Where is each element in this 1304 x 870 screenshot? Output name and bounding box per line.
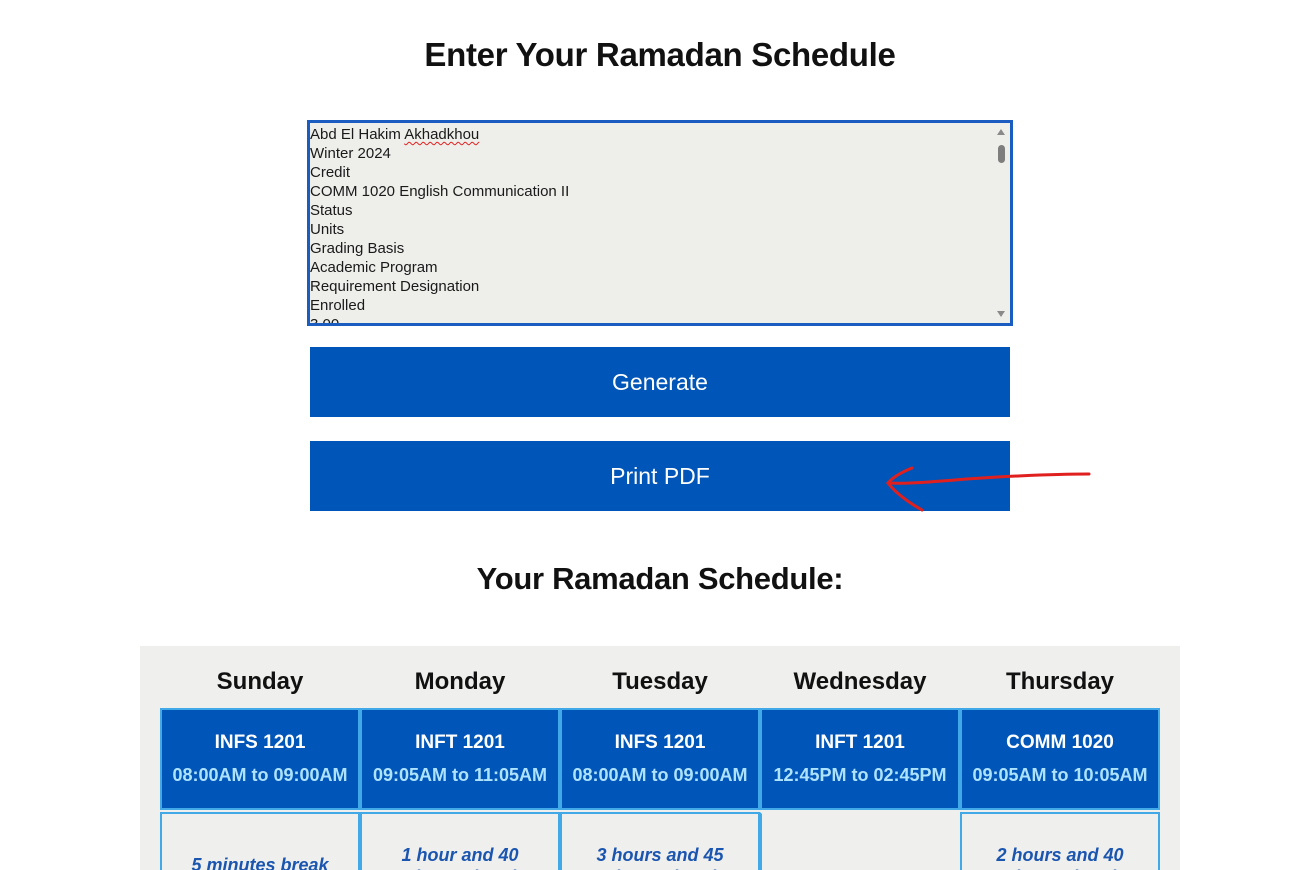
class-time: 09:05AM to 11:05AM — [372, 765, 548, 785]
textarea-line: COMM 1020 English Communication II — [310, 183, 570, 200]
class-cell-thursday: COMM 1020 09:05AM to 10:05AM — [960, 708, 1160, 810]
break-cell-sunday: 5 minutes break — [160, 812, 360, 870]
scroll-up-icon[interactable] — [997, 129, 1005, 135]
textarea-line: Winter 2024 — [310, 145, 391, 162]
print-pdf-button[interactable]: Print PDF — [310, 441, 1010, 511]
break-cell-tuesday: 3 hours and 45 minutes break — [560, 812, 760, 870]
schedule-heading: Your Ramadan Schedule: — [476, 561, 844, 596]
textarea-line-name: Abd El Hakim Akhadkhou — [310, 126, 480, 143]
generate-button[interactable]: Generate — [310, 347, 1010, 417]
class-time: 08:00AM to 09:00AM — [572, 765, 748, 785]
class-code: INFT 1201 — [415, 732, 505, 753]
class-time: 09:05AM to 10:05AM — [972, 765, 1148, 785]
schedule-textarea-content[interactable]: Abd El Hakim Akhadkhou Winter 2024 Credi… — [310, 125, 995, 326]
schedule-textarea[interactable]: Abd El Hakim Akhadkhou Winter 2024 Credi… — [307, 120, 1013, 326]
textarea-line: Enrolled — [310, 297, 366, 314]
spellcheck-underline: Akhadkhou — [404, 126, 480, 143]
scrollbar-thumb[interactable] — [998, 145, 1005, 163]
scroll-down-icon[interactable] — [997, 311, 1005, 317]
textarea-line: Status — [310, 202, 353, 219]
day-header-sunday: Sunday — [216, 668, 304, 695]
textarea-line: Requirement Designation — [310, 278, 480, 295]
textarea-line: Academic Program — [310, 259, 438, 276]
day-header-monday: Monday — [414, 668, 506, 695]
class-cell-tuesday: INFS 1201 08:00AM to 09:00AM — [560, 708, 760, 810]
class-time: 12:45PM to 02:45PM — [773, 765, 947, 785]
page: Enter Your Ramadan Schedule Abd El Hakim… — [0, 0, 1304, 870]
schedule-table: Sunday Monday Tuesday Wednesday Thursday… — [140, 646, 1180, 870]
day-header-row: Sunday Monday Tuesday Wednesday Thursday — [160, 668, 1160, 698]
break-text: 1 hour and 40 minutes break — [399, 845, 521, 870]
class-time: 08:00AM to 09:00AM — [172, 765, 348, 785]
day-header-wednesday: Wednesday — [793, 668, 927, 695]
break-text: 2 hours and 40 minutes break — [996, 845, 1124, 870]
textarea-scrollbar[interactable] — [993, 123, 1010, 323]
class-row: INFS 1201 08:00AM to 09:00AM INFT 1201 0… — [160, 708, 1164, 810]
break-cell-wednesday — [760, 812, 960, 870]
break-cell-monday: 1 hour and 40 minutes break — [360, 812, 560, 870]
class-code: INFT 1201 — [815, 732, 905, 753]
textarea-line: Grading Basis — [310, 240, 405, 257]
class-code: COMM 1020 — [1006, 732, 1114, 753]
break-row: 5 minutes break 1 hour and 40 minutes br… — [160, 812, 1164, 870]
class-cell-monday: INFT 1201 09:05AM to 11:05AM — [360, 708, 560, 810]
break-text: 3 hours and 45 minutes break — [596, 845, 724, 870]
day-header-thursday: Thursday — [1005, 668, 1115, 695]
textarea-line: 3.00 — [310, 316, 340, 326]
textarea-line: Units — [310, 221, 345, 238]
break-text: 5 minutes break — [191, 855, 329, 870]
break-cell-thursday: 2 hours and 40 minutes break — [960, 812, 1160, 870]
class-code: INFS 1201 — [614, 732, 706, 753]
page-title: Enter Your Ramadan Schedule — [424, 36, 896, 73]
class-code: INFS 1201 — [214, 732, 306, 753]
day-header-tuesday: Tuesday — [612, 668, 708, 695]
textarea-line: Abd El Hakim Akhadkhou — [310, 125, 995, 144]
textarea-line: Credit — [310, 164, 351, 181]
class-cell-sunday: INFS 1201 08:00AM to 09:00AM — [160, 708, 360, 810]
class-cell-wednesday: INFT 1201 12:45PM to 02:45PM — [760, 708, 960, 810]
